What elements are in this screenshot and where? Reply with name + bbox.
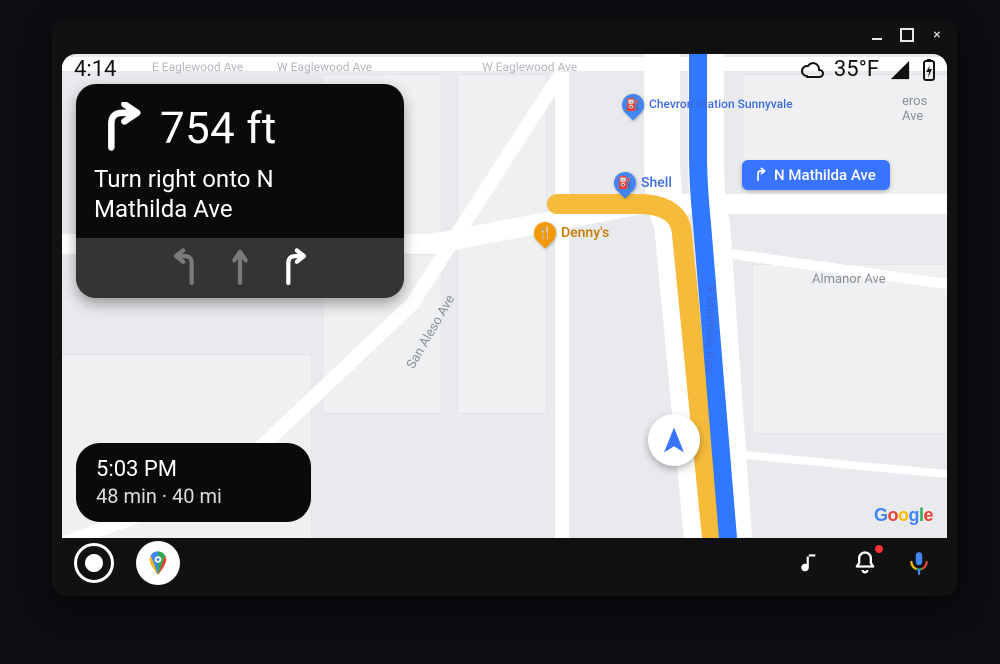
street-label: W Eaglewood Ave [482, 60, 577, 74]
lane-left-icon [169, 246, 203, 286]
eta-card[interactable]: 5:03 PM 48 min · 40 mi [76, 443, 311, 522]
notifications-button[interactable] [849, 547, 881, 579]
eta-arrival-time: 5:03 PM [96, 457, 291, 482]
poi-label: Shell [641, 175, 672, 191]
route-street-callout[interactable]: N Mathilda Ave [742, 160, 890, 190]
window-maximize-button[interactable] [899, 27, 915, 43]
google-logo: Google [874, 505, 933, 526]
battery-icon [921, 58, 937, 82]
bell-icon [851, 549, 879, 577]
nav-instruction-line: Turn right onto N [94, 164, 386, 194]
turn-right-icon [752, 167, 768, 183]
map-area[interactable]: E Eaglewood Ave W Eaglewood Ave W Eaglew… [62, 54, 947, 538]
music-note-icon [798, 550, 824, 576]
poi-chevron[interactable]: ⛽ Chevron Station Sunnyvale [622, 94, 793, 116]
street-label: E Eaglewood Ave [152, 60, 243, 74]
temperature: 35°F [834, 57, 879, 82]
bottom-nav-bar [62, 538, 947, 588]
clock: 4:14 [74, 57, 116, 82]
gas-pin-icon: ⛽ [609, 167, 640, 198]
poi-label: Denny's [561, 225, 609, 241]
navigation-card[interactable]: 754 ft Turn right onto N Mathilda Ave [76, 84, 404, 298]
status-bar-right: 35°F [800, 57, 937, 82]
navigation-arrow-icon [659, 425, 689, 455]
voice-assistant-button[interactable] [903, 547, 935, 579]
nav-distance: 754 ft [160, 102, 277, 154]
turn-right-icon [94, 102, 146, 154]
microphone-icon [906, 550, 932, 576]
lane-guidance [76, 238, 404, 298]
notification-dot [875, 545, 883, 553]
road-label-almanor: Almanor Ave [812, 272, 886, 287]
current-location-puck[interactable] [648, 414, 700, 466]
gas-pin-icon: ⛽ [617, 89, 648, 120]
music-button[interactable] [795, 547, 827, 579]
poi-shell[interactable]: ⛽ Shell [614, 172, 672, 194]
window-titlebar: × [52, 20, 957, 50]
eta-summary: 48 min · 40 mi [96, 484, 291, 508]
emulator-window: × E Eaglewood Ave W [52, 20, 957, 596]
google-maps-icon [144, 549, 172, 577]
lane-straight-icon [223, 246, 257, 286]
window-close-button[interactable]: × [929, 27, 945, 43]
nav-instruction-line: Mathilda Ave [94, 194, 386, 224]
road-label-mathilda: N Mathilda Ave [702, 284, 717, 372]
road-label-eros: eros Ave [902, 94, 947, 124]
callout-text: N Mathilda Ave [774, 166, 876, 184]
window-minimize-button[interactable] [869, 27, 885, 43]
restaurant-pin-icon: 🍴 [529, 217, 560, 248]
launcher-button[interactable] [74, 543, 114, 583]
maps-app-button[interactable] [136, 541, 180, 585]
cell-signal-icon [889, 59, 911, 81]
lane-right-active-icon [277, 246, 311, 286]
weather-icon [800, 58, 824, 82]
poi-dennys[interactable]: 🍴 Denny's [534, 222, 609, 244]
street-label: W Eaglewood Ave [277, 60, 372, 74]
poi-label: Chevron Station Sunnyvale [649, 98, 793, 111]
